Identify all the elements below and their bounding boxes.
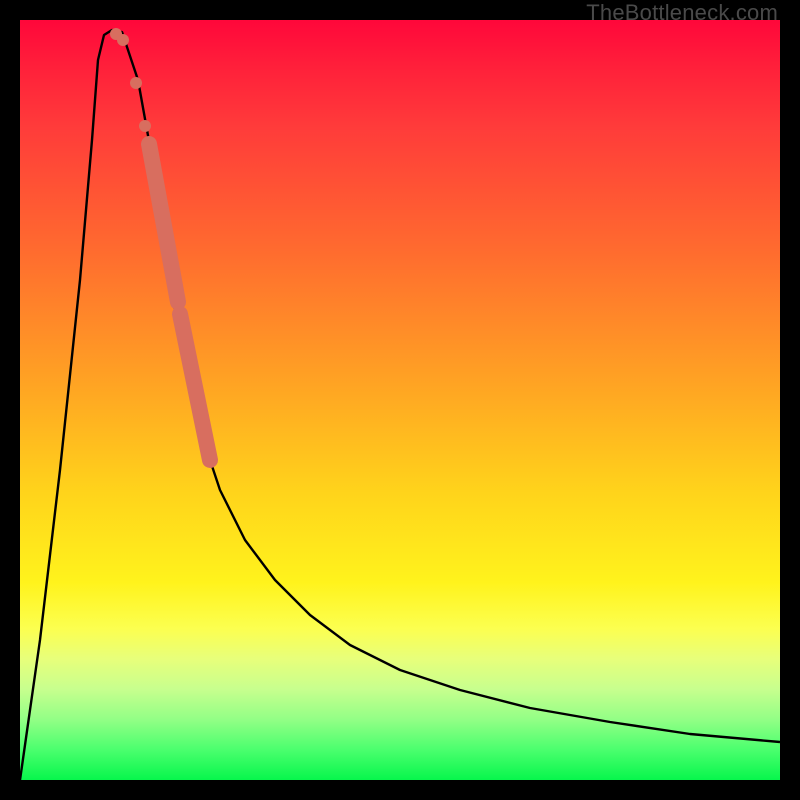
chart-frame: TheBottleneck.com	[0, 0, 800, 800]
bar-2	[180, 314, 210, 460]
plot-area	[20, 20, 780, 780]
dot-2	[117, 34, 129, 46]
bottleneck-curve	[20, 30, 780, 780]
watermark-text: TheBottleneck.com	[586, 0, 778, 26]
marker-layer	[110, 28, 210, 460]
dot-3	[130, 77, 142, 89]
chart-overlay	[20, 20, 780, 780]
bar-1	[149, 144, 178, 302]
dot-4	[139, 120, 151, 132]
